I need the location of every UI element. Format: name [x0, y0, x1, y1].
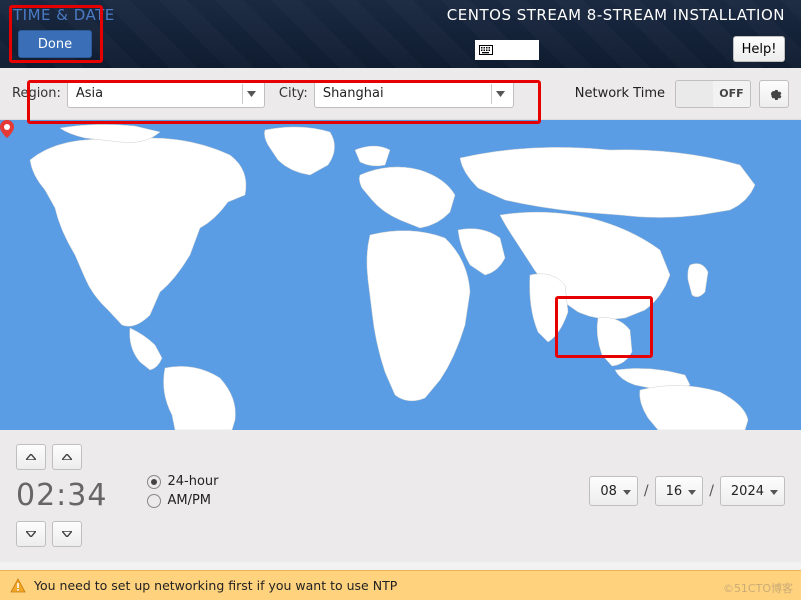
month-value: 08: [600, 484, 617, 499]
minute-up-button[interactable]: [52, 444, 82, 470]
minute-down-button[interactable]: [52, 521, 82, 547]
chevron-down-icon: [770, 490, 778, 495]
city-combobox[interactable]: Shanghai: [314, 80, 514, 108]
radio-24hour-label: 24-hour: [167, 474, 218, 489]
year-value: 2024: [731, 484, 764, 499]
chevron-up-icon: [26, 454, 36, 460]
keyboard-icon: [479, 45, 493, 55]
chevron-down-icon: [496, 91, 505, 97]
chevron-down-icon: [26, 531, 36, 537]
gear-icon: [766, 86, 782, 102]
time-date-controls: 02:34 24-hour AM/PM 08 / 16 / 2024: [0, 430, 801, 562]
radio-ampm[interactable]: AM/PM: [147, 493, 218, 508]
radio-ampm-label: AM/PM: [167, 493, 211, 508]
radio-24hour[interactable]: 24-hour: [147, 474, 218, 489]
chevron-down-icon: [62, 531, 72, 537]
time-display: 02:34: [16, 478, 107, 513]
chevron-down-icon: [688, 490, 696, 495]
region-label: Region:: [12, 86, 61, 101]
network-time-switch[interactable]: OFF: [675, 80, 751, 108]
network-time-settings-button[interactable]: [759, 80, 789, 108]
year-combobox[interactable]: 2024: [720, 476, 785, 506]
region-combobox[interactable]: Asia: [67, 80, 265, 108]
network-time-label: Network Time: [575, 86, 665, 101]
region-value: Asia: [76, 86, 103, 101]
day-combobox[interactable]: 16: [655, 476, 704, 506]
page-title: TIME & DATE: [13, 6, 115, 24]
radio-icon: [147, 475, 161, 489]
warning-text: You need to set up networking first if y…: [34, 578, 397, 593]
watermark-text: ©51CTO博客: [723, 580, 793, 596]
installer-title: CENTOS STREAM 8-STREAM INSTALLATION: [447, 6, 785, 24]
time-format-group: 24-hour AM/PM: [147, 474, 218, 512]
warning-icon: [10, 578, 26, 594]
help-button[interactable]: Help!: [733, 36, 785, 62]
done-button[interactable]: Done: [18, 30, 92, 58]
switch-state: OFF: [713, 81, 750, 107]
hour-down-button[interactable]: [16, 521, 46, 547]
date-separator: /: [709, 483, 714, 499]
world-map-svg: [0, 120, 801, 430]
location-pin-icon: [0, 120, 14, 138]
month-combobox[interactable]: 08: [589, 476, 638, 506]
time-spinner: 02:34: [16, 444, 107, 547]
header-bar: TIME & DATE CENTOS STREAM 8-STREAM INSTA…: [0, 0, 801, 68]
date-selector: 08 / 16 / 2024: [589, 476, 785, 506]
city-value: Shanghai: [323, 86, 384, 101]
region-city-bar: Region: Asia City: Shanghai Network Time…: [0, 68, 801, 120]
radio-icon: [147, 494, 161, 508]
switch-handle: [676, 81, 713, 107]
city-label: City:: [279, 86, 308, 101]
timezone-map[interactable]: [0, 120, 801, 430]
keyboard-layout-indicator[interactable]: us: [475, 40, 539, 60]
chevron-down-icon: [623, 490, 631, 495]
day-value: 16: [666, 484, 683, 499]
hour-up-button[interactable]: [16, 444, 46, 470]
chevron-down-icon: [247, 91, 256, 97]
warning-bar: You need to set up networking first if y…: [0, 570, 801, 600]
keyboard-layout-text: us: [497, 43, 513, 57]
chevron-up-icon: [62, 454, 72, 460]
date-separator: /: [644, 483, 649, 499]
